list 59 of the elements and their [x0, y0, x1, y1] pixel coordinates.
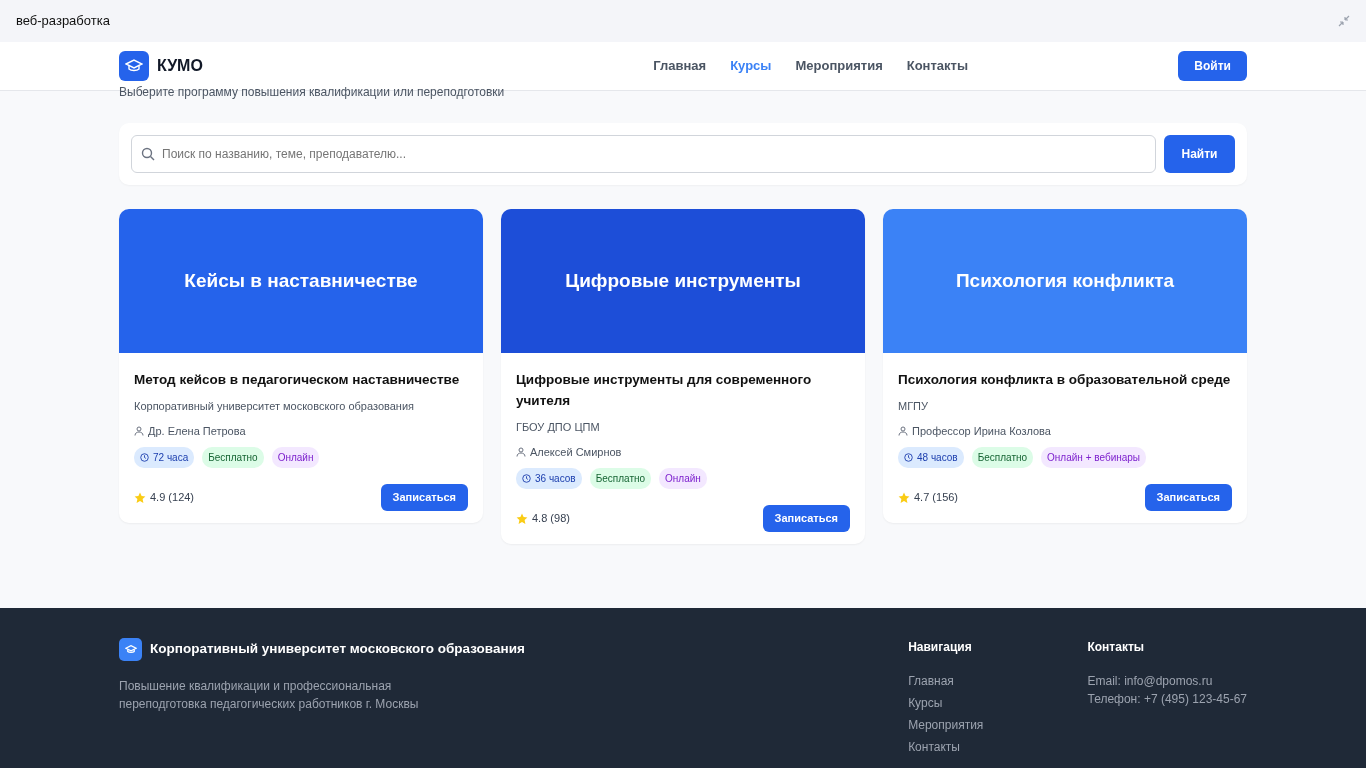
tag: Бесплатно [971, 447, 1034, 468]
rating: 4.9 (124) [150, 490, 195, 506]
clock-icon [522, 474, 531, 483]
course-title: Метод кейсов в педагогическом наставничестве [134, 371, 461, 389]
tag: Онлайн + вебинары [1041, 447, 1147, 468]
star-icon [134, 491, 146, 504]
nav-link[interactable]: Контакты [906, 56, 969, 76]
nav-link[interactable]: Мероприятия [795, 56, 883, 76]
nav-link[interactable]: Курсы [730, 56, 772, 76]
course-provider: ГБОУ ДПО ЦПМ [516, 420, 601, 435]
footer-heading: Навигация [908, 639, 973, 656]
contact-info: Телефон: +7 (495) 123-45-67 [1087, 691, 1247, 708]
person-icon [516, 446, 526, 457]
logo-icon[interactable] [119, 51, 149, 81]
star-icon [898, 491, 910, 504]
footer-heading: Контакты [1087, 639, 1146, 656]
nav-link[interactable]: Главная [653, 56, 707, 76]
tag: Онлайн [659, 468, 707, 489]
tag: Онлайн [271, 447, 320, 468]
banner-title: Психология конфликта [955, 268, 1175, 293]
page-subtitle: Выберите программу повышения квалификации или переподготовки [119, 85, 506, 99]
enroll-button[interactable]: Записаться [380, 484, 468, 511]
course-title: Цифровые инструменты для современного учителя [516, 371, 813, 410]
search-field[interactable]: Поиск по названию, теме, преподавателю... [131, 135, 1156, 173]
tag: 36 часов [516, 468, 582, 489]
footer-link[interactable]: Контакты [908, 738, 1088, 756]
course-title: Психология конфликта в образовательной среде [898, 371, 1232, 389]
brand-name[interactable]: КУМО [157, 54, 203, 78]
banner-title: Кейсы в наставничестве [184, 268, 418, 293]
window-title: веб-разработка [16, 12, 110, 31]
footer-link[interactable]: Главная [908, 672, 1088, 690]
enroll-button[interactable]: Записаться [762, 505, 850, 532]
star-icon [516, 512, 528, 525]
clock-icon [904, 453, 913, 462]
person-icon [898, 425, 908, 436]
teacher-name: Профессор Ирина Козлова [912, 423, 1051, 439]
footer-link[interactable]: Курсы [908, 694, 1088, 712]
tag: 72 часа [134, 447, 195, 468]
teacher-name: Др. Елена Петрова [148, 423, 246, 439]
footer-description: переподготовка педагогических работников г. Москвы [119, 696, 420, 713]
footer-link[interactable]: Мероприятия [908, 716, 1088, 734]
search-button[interactable]: Найти [1164, 135, 1235, 173]
teacher-name: Алексей Смирнов [530, 444, 622, 460]
tag: 48 часов [898, 447, 964, 468]
enroll-button[interactable]: Записаться [1144, 484, 1232, 511]
person-icon [134, 425, 144, 436]
rating: 4.8 (98) [532, 511, 570, 527]
login-button[interactable]: Войти [1178, 51, 1247, 81]
footer-org-name: Корпоративный университет московского образования [150, 640, 525, 659]
course-provider: Корпоративный университет московского образования [134, 399, 416, 414]
footer-description: Повышение квалификации и профессиональная [119, 678, 393, 695]
banner-title: Цифровые инструменты [565, 268, 801, 293]
rating: 4.7 (156) [914, 490, 959, 506]
course-provider: МГПУ [898, 399, 929, 414]
contact-info: Email: info@dpomos.ru [1087, 673, 1214, 690]
clock-icon [140, 453, 149, 462]
logo-icon [119, 638, 142, 661]
tag: Бесплатно [202, 447, 264, 468]
tag: Бесплатно [589, 468, 652, 489]
